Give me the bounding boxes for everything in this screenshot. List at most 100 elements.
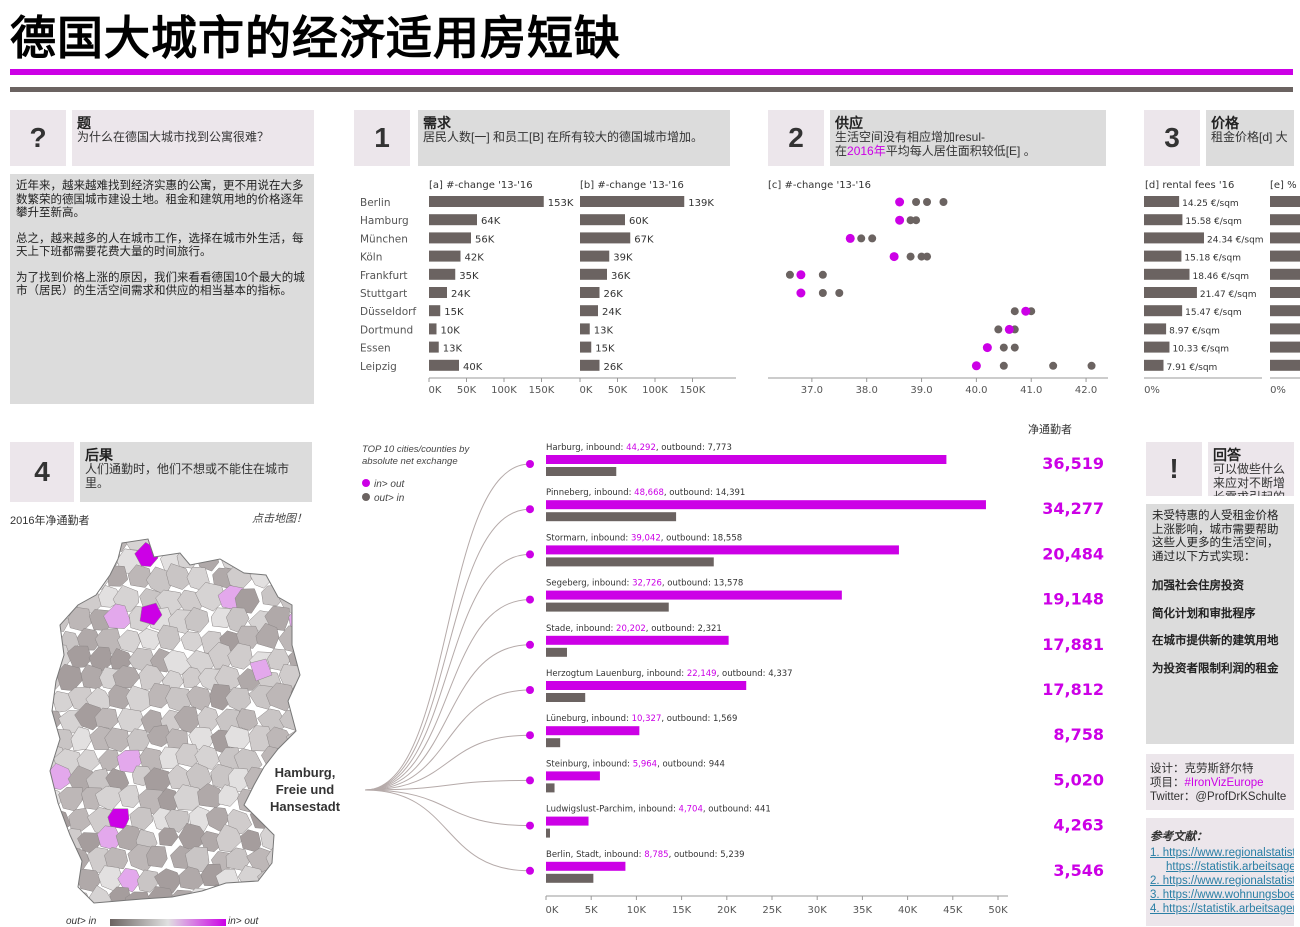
x-tick-label: 35K [853,905,873,916]
x-tick-label: 5K [585,905,598,916]
dot-grey [1087,361,1096,370]
dot-highlight [796,288,806,298]
city-label: Düsseldorf [360,306,416,318]
city-label: Stuttgart [360,288,407,300]
bar [429,359,459,371]
x-tick-label: 39.0 [910,385,932,396]
ref-link-2[interactable]: 2. https://www.regionalstatistik.de [1150,875,1294,887]
credit-twitter[interactable]: Twitter：@ProfDrKSchulte [1150,790,1290,804]
section1-sub: 居民人数[一] 和员工[B] 在所有较大的德国城市增加。 [423,130,704,144]
dot-highlight [895,197,905,207]
bar [580,214,625,226]
bar [580,287,600,298]
credit-project-tag[interactable]: #IronVizEurope [1185,777,1264,789]
x-tick-label: 38.0 [856,385,878,396]
x-tick-label: 40K [898,905,918,916]
bar-label: 26K [604,362,624,373]
city-label: München [360,233,408,245]
dot-grey [999,361,1008,370]
bar-label: 24K [451,289,471,300]
bar-label: 39K [613,253,633,264]
answer-item-4: 为投资者限制利润的租金 [1152,662,1279,675]
city-label: Köln [360,252,382,264]
bar-label: 21.47 €/sqm [1200,290,1257,300]
ref-link-3[interactable]: 3. https://www.wohnungsboerse.net [1150,889,1294,901]
bar-label: 42K [465,253,485,264]
chart-b-employees: [b] #-change '13-'16 139K 60K 67K39K 36K 26K 2… [579,180,736,396]
bar [429,232,471,244]
bar [580,359,600,371]
x-tick-label: 100K [642,385,668,396]
chart-title: [d] rental fees '16 [1145,180,1234,191]
outbound-bar [546,512,677,522]
answer-item-1: 加强社会住房投资 [1152,580,1244,592]
dot-grey [1049,361,1058,370]
flow-curve [364,553,531,791]
dot-grey [1010,343,1019,352]
net-value: 3,546 [1053,861,1104,880]
bar-label: 56K [475,234,495,245]
flow-dot [526,686,534,694]
x-tick-label: 42.0 [1075,385,1097,396]
flow-dot [526,505,534,514]
x-tick-label: 30K [808,905,828,916]
dot-grey [818,289,827,297]
x-tick-label: 0K [580,385,593,396]
title-rule-grey [10,87,1293,92]
bar-label: 67K [634,234,654,245]
bar [1270,196,1300,207]
bar [580,268,607,280]
bar-label: 7.91 €/sqm [1166,363,1217,373]
bar [429,287,447,298]
x-tick-label: 50K [608,385,628,396]
bar [1144,268,1190,280]
bar-label: 26K [604,289,624,300]
ref-link-1[interactable]: 1. https://www.regionalstatistik.de [1150,847,1294,859]
dot-grey [912,198,921,206]
bar [580,305,598,317]
dot-grey [999,343,1008,352]
net-value: 17,881 [1042,635,1104,654]
commuter-label: Steinburg, inbound: 5,964, outbound: 944 [546,759,725,769]
section1-header: 需求 居民人数[一] 和员工[B] 在所有较大的德国城市增加。 [418,110,730,166]
flow-dot [526,731,534,740]
dot-highlight [982,343,992,353]
flow-dot [526,866,534,875]
section3-heading: 价格 [1211,115,1239,131]
references-title: 参考文献： [1150,831,1208,843]
flow-curve [364,789,531,872]
ref-link-1b[interactable]: https://statistik.arbeitsagentur.de [1166,861,1294,873]
chart-title: [e] % [1270,180,1297,191]
city-label: Berlin [360,197,390,209]
chart-title: [b] #-change '13-'16 [580,180,684,191]
inbound-bar [546,455,947,464]
flow-dot [526,595,534,604]
credits: 设计：克劳斯舒尔特 项目：#IronVizEurope Twitter：@Pro… [1146,754,1294,810]
commuter-label: Lüneburg, inbound: 10,327, outbound: 1,5… [546,714,737,724]
x-tick-label: 20K [717,905,737,916]
bar [429,250,461,262]
city-label: Frankfurt [360,270,408,282]
ref-link-4[interactable]: 4. https://statistik.arbeitsagentur.de [1150,903,1294,915]
bar-label: 24.34 €/sqm [1207,235,1264,245]
bar [1144,341,1170,353]
inbound-bar [546,635,729,645]
section2-header: 供应 生活空间没有相应增加resul- 在2016年平均每人居住面积较低[E] … [830,110,1106,166]
top-charts: Berlin Hamburg München Köln Frankfurt Stuttga… [360,180,1300,396]
bar [1270,359,1300,371]
dot-grey [923,252,932,261]
x-tick-label: 40.0 [965,385,987,396]
answer-item-3: 在城市提供新的建筑用地 [1152,635,1279,647]
dot-highlight [796,270,806,280]
x-tick-label: 0K [429,385,442,396]
bar [1270,305,1300,317]
inbound-bar [546,726,640,736]
bar-label: 10.33 €/sqm [1172,345,1229,355]
city-label: Dortmund [360,324,413,336]
commuter-label: Berlin, Stadt, inbound: 8,785, outbound:… [546,850,745,860]
dot-grey [1010,307,1019,316]
dot-grey [857,234,866,243]
outbound-bar [546,738,561,748]
outbound-bar [546,783,555,793]
x-tick-label: 41.0 [1020,385,1042,396]
